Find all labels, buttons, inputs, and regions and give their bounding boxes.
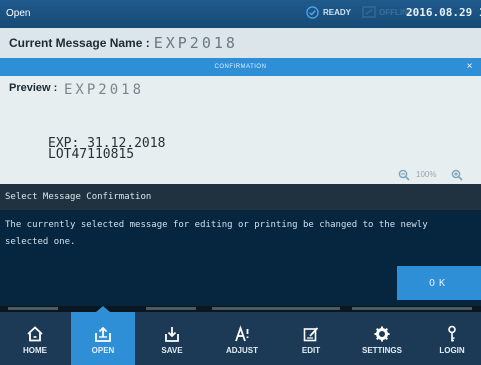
adjust-icon	[235, 325, 249, 342]
save-icon	[165, 327, 179, 342]
zoom-level: 100%	[416, 170, 437, 179]
nav-adjust-label: ADJUST	[225, 346, 258, 355]
nav-save-label: SAVE	[161, 346, 183, 355]
nav-open[interactable]: OPEN	[71, 306, 135, 365]
login-icon	[448, 325, 456, 342]
status-bar: Open READY OFFLINE 2016.08.29 10:5	[0, 0, 481, 28]
separator-segment	[352, 307, 472, 310]
preview-label: Preview :	[9, 82, 58, 94]
separator-segment	[212, 307, 340, 310]
dialog-body: The currently selected message for editi…	[0, 210, 481, 306]
confirmation-header: CONFIRMATION ×	[0, 58, 481, 76]
close-icon[interactable]: ×	[467, 58, 473, 76]
nav-login[interactable]: LOGIN	[424, 312, 480, 365]
ready-status: READY	[306, 6, 351, 19]
bottom-navigation: HOME OPEN SAVE ADJUST EDIT SETTINGS LOGI…	[0, 306, 481, 365]
zoom-out-icon[interactable]	[398, 169, 410, 181]
nav-login-label: LOGIN	[439, 346, 465, 355]
preview-message-name: EXP2018	[64, 82, 145, 98]
zoom-in-icon[interactable]	[451, 169, 463, 181]
open-icon	[95, 326, 111, 342]
active-tab-indicator	[96, 306, 110, 312]
nav-edit[interactable]: EDIT	[280, 312, 342, 365]
mode-label: Open	[6, 8, 31, 19]
nav-home[interactable]: HOME	[2, 312, 68, 365]
nav-edit-label: EDIT	[301, 346, 321, 355]
nav-settings[interactable]: SETTINGS	[344, 312, 420, 365]
preview-panel: Preview : EXP2018 EXP: 31.12.2018 LOT471…	[0, 76, 481, 184]
settings-icon	[374, 326, 390, 342]
nav-save[interactable]: SAVE	[140, 312, 204, 365]
confirmation-title: CONFIRMATION	[214, 64, 267, 70]
nav-adjust[interactable]: ADJUST	[206, 312, 278, 365]
ready-status-text: READY	[323, 8, 352, 17]
separator-segment	[146, 307, 196, 310]
nav-home-label: HOME	[23, 346, 47, 355]
ready-check-icon	[306, 6, 319, 19]
datetime: 2016.08.29 10:5	[406, 6, 481, 19]
nav-open-label: OPEN	[91, 346, 115, 355]
nav-settings-label: SETTINGS	[361, 346, 402, 355]
dialog-message: The currently selected message for editi…	[5, 220, 428, 247]
ok-button[interactable]: OK	[397, 266, 481, 300]
current-message-label: Current Message Name :	[9, 36, 150, 50]
current-message-row: Current Message Name : EXP2018	[0, 28, 481, 58]
dialog-title: Select Message Confirmation	[0, 184, 481, 210]
home-icon	[27, 326, 43, 342]
network-icon	[362, 6, 376, 18]
current-message-value: EXP2018	[153, 34, 238, 52]
edit-icon	[303, 327, 319, 342]
preview-lot-line: LOT47110815	[48, 147, 135, 162]
separator-segment	[8, 307, 58, 310]
